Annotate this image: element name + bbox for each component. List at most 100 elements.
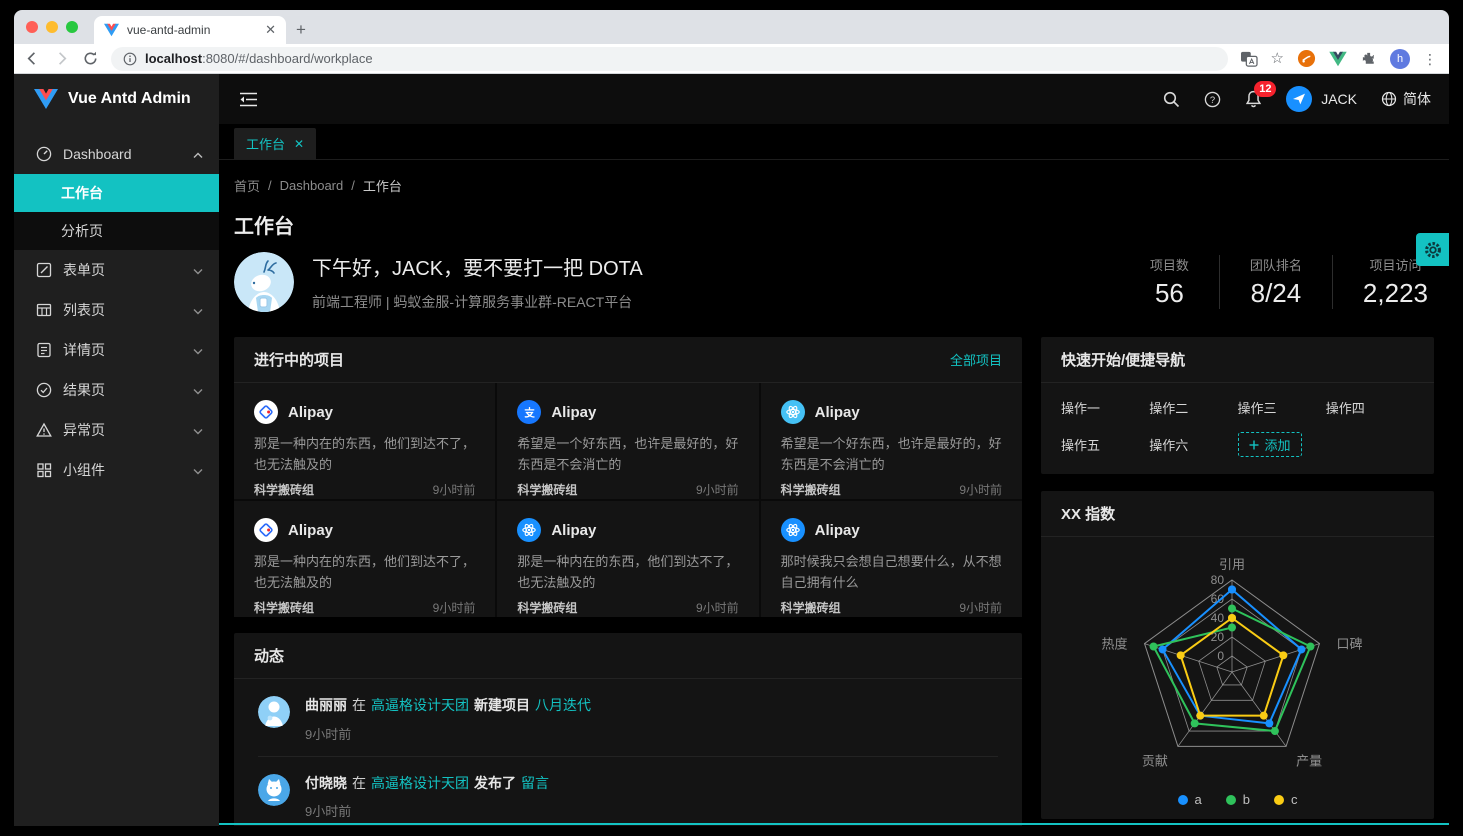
menu-fold-icon[interactable] [239, 91, 258, 108]
browser-tab[interactable]: vue-antd-admin ✕ [94, 16, 286, 44]
project-group[interactable]: 科学搬砖组 [517, 599, 577, 616]
legend-item[interactable]: a [1178, 792, 1202, 807]
page-tab-label: 工作台 [246, 134, 285, 153]
project-card[interactable]: Alipay 那是一种内在的东西，他们到达不了，也无法触及的 科学搬砖组9小时前 [497, 501, 758, 617]
quicknav-link[interactable]: 操作三 [1238, 398, 1326, 417]
window-zoom-button[interactable] [66, 21, 78, 33]
page-tab-workplace[interactable]: 工作台 ✕ [234, 128, 316, 159]
sidebar-item-result[interactable]: 结果页 [14, 370, 219, 410]
chevron-down-icon [193, 422, 203, 438]
project-name[interactable]: Alipay [815, 404, 860, 421]
project-name[interactable]: Alipay [288, 522, 333, 539]
add-button[interactable]: 添加 [1238, 432, 1302, 457]
extensions-puzzle-icon[interactable] [1360, 50, 1377, 67]
project-name[interactable]: Alipay [551, 522, 596, 539]
translate-icon[interactable] [1240, 51, 1258, 67]
breadcrumb-dashboard[interactable]: Dashboard [280, 178, 344, 193]
projects-card: 进行中的项目 全部项目 Alipay 那是 [234, 337, 1022, 617]
quicknav-link[interactable]: 操作一 [1061, 398, 1149, 417]
quicknav-link[interactable]: 操作五 [1061, 435, 1149, 454]
project-card[interactable]: Alipay 那时候我只会想自己想要什么，从不想自己拥有什么 科学搬砖组9小时前 [761, 501, 1022, 617]
activity-action: 新建项目 [474, 697, 530, 713]
window-minimize-button[interactable] [46, 21, 58, 33]
project-name[interactable]: Alipay [288, 404, 333, 421]
quicknav-link[interactable]: 操作二 [1149, 398, 1237, 417]
greeting-text: 下午好，JACK，要不要打一把 DOTA [312, 252, 643, 281]
window-close-button[interactable] [26, 21, 38, 33]
tab-close-icon[interactable]: ✕ [265, 22, 276, 38]
bookmark-star-icon[interactable]: ☆ [1271, 51, 1284, 66]
project-group[interactable]: 科学搬砖组 [254, 481, 314, 498]
project-desc: 那是一种内在的东西，他们到达不了，也无法触及的 [517, 551, 738, 594]
project-card[interactable]: Alipay 那是一种内在的东西，他们到达不了，也无法触及的 科学搬砖组9小时前 [234, 383, 495, 499]
activity-team-link[interactable]: 高逼格设计天团 [371, 697, 469, 713]
all-projects-link[interactable]: 全部项目 [950, 350, 1002, 369]
activity-item: 曲丽丽在高逼格设计天团新建项目八月迭代 9小时前 [234, 679, 1022, 756]
reload-icon[interactable] [82, 50, 99, 67]
page-tabbar: 工作台 ✕ [219, 124, 1449, 160]
project-card[interactable]: Alipay 希望是一个好东西，也许是最好的，好东西是不会消亡的 科学搬砖组9小… [761, 383, 1022, 499]
legend-label: c [1291, 792, 1298, 807]
sidebar-item-widgets[interactable]: 小组件 [14, 450, 219, 490]
vue-devtools-icon[interactable] [1329, 51, 1347, 67]
atom-icon [517, 518, 541, 542]
search-icon[interactable] [1163, 91, 1180, 108]
project-group[interactable]: 科学搬砖组 [781, 481, 841, 498]
user-avatar [258, 774, 290, 806]
svg-text:热度: 热度 [1101, 637, 1127, 652]
legend-item[interactable]: c [1274, 792, 1298, 807]
new-tab-button[interactable]: + [286, 16, 316, 44]
user-avatar [258, 696, 290, 728]
back-icon[interactable] [24, 50, 41, 67]
tab-close-icon[interactable]: ✕ [294, 137, 304, 151]
quicknav-link[interactable]: 操作六 [1149, 435, 1237, 454]
profile-icon [36, 342, 52, 358]
extension-orange-icon[interactable] [1297, 49, 1316, 68]
dashboard-icon [36, 146, 52, 162]
address-bar[interactable]: localhost:8080/#/dashboard/workplace [111, 47, 1228, 71]
sidebar-item-analysis[interactable]: 分析页 [14, 212, 219, 250]
user-menu[interactable]: JACK [1286, 86, 1357, 112]
notification-bell[interactable]: 12 [1245, 90, 1262, 108]
sidebar-item-exception[interactable]: 异常页 [14, 410, 219, 450]
forward-icon[interactable] [53, 50, 70, 67]
quicknav-link[interactable]: 操作四 [1326, 398, 1414, 417]
chevron-down-icon [193, 462, 203, 478]
app-logo[interactable]: Vue Antd Admin [14, 74, 219, 124]
help-circle-icon[interactable]: ? [1204, 91, 1221, 108]
language-switcher[interactable]: 简体 [1381, 89, 1431, 109]
site-info-icon[interactable] [123, 52, 137, 66]
project-desc: 希望是一个好东西，也许是最好的，好东西是不会消亡的 [517, 433, 738, 476]
profile-avatar[interactable]: h [1390, 49, 1410, 69]
activity-target-link[interactable]: 八月迭代 [535, 697, 591, 713]
quicknav-card-title: 快速开始/便捷导航 [1061, 349, 1185, 370]
tab-title: vue-antd-admin [127, 23, 257, 37]
svg-text:引用: 引用 [1219, 557, 1245, 572]
project-group[interactable]: 科学搬砖组 [517, 481, 577, 498]
stat-value: 8/24 [1250, 278, 1302, 309]
legend-item[interactable]: b [1226, 792, 1250, 807]
project-card[interactable]: Alipay 那是一种内在的东西，他们到达不了，也无法触及的 科学搬砖组9小时前 [234, 501, 495, 617]
dashboard-submenu: 工作台 分析页 [14, 174, 219, 250]
activity-target-link[interactable]: 留言 [521, 775, 549, 791]
browser-toolbar: localhost:8080/#/dashboard/workplace ☆ h… [14, 44, 1449, 74]
sidebar-item-workplace[interactable]: 工作台 [14, 174, 219, 212]
project-name[interactable]: Alipay [551, 404, 596, 421]
project-group[interactable]: 科学搬砖组 [781, 599, 841, 616]
table-icon [36, 302, 52, 318]
legend-label: a [1195, 792, 1202, 807]
sidebar-item-list[interactable]: 列表页 [14, 290, 219, 330]
activity-user[interactable]: 曲丽丽 [305, 697, 347, 713]
sidebar-item-form[interactable]: 表单页 [14, 250, 219, 290]
project-card[interactable]: Alipay 希望是一个好东西，也许是最好的，好东西是不会消亡的 科学搬砖组9小… [497, 383, 758, 499]
activity-team-link[interactable]: 高逼格设计天团 [371, 775, 469, 791]
chrome-menu-icon[interactable]: ⋮ [1423, 52, 1437, 66]
settings-drawer-button[interactable] [1416, 233, 1449, 266]
project-group[interactable]: 科学搬砖组 [254, 599, 314, 616]
activity-user[interactable]: 付晓晓 [305, 775, 347, 791]
sidebar-item-dashboard[interactable]: Dashboard [14, 134, 219, 174]
sidebar-item-detail[interactable]: 详情页 [14, 330, 219, 370]
sidebar-item-label: 异常页 [63, 420, 105, 440]
breadcrumb-home[interactable]: 首页 [234, 176, 260, 195]
project-name[interactable]: Alipay [815, 522, 860, 539]
